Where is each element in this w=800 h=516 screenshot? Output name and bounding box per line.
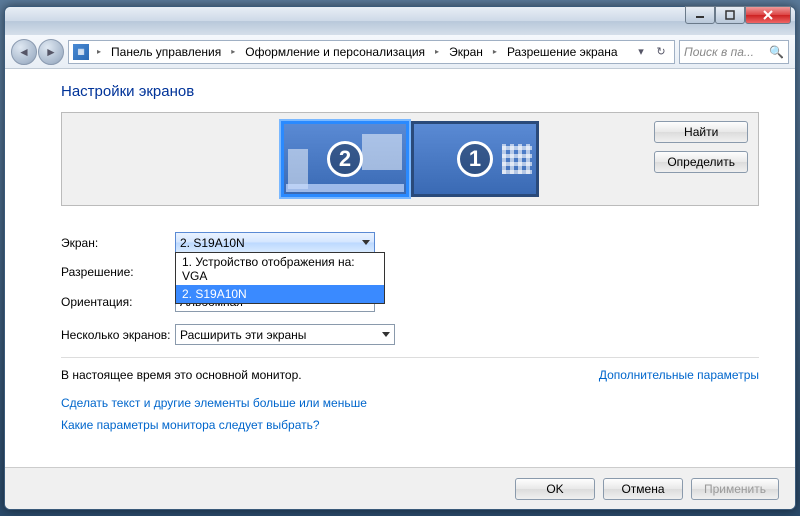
titlebar[interactable] (5, 7, 795, 35)
identify-button[interactable]: Определить (654, 151, 748, 173)
page-title: Настройки экранов (61, 83, 759, 100)
monitors: 2 1 (281, 121, 539, 197)
apply-button: Применить (691, 478, 779, 500)
multiple-screens-dropdown-display: Расширить эти экраны (175, 324, 395, 345)
dropdown-option[interactable]: 2. S19A10N (176, 285, 384, 303)
advanced-settings-link[interactable]: Дополнительные параметры (599, 368, 759, 382)
resolution-label: Разрешение: (61, 265, 175, 279)
dropdown-option[interactable]: 1. Устройство отображения на: VGA (176, 253, 384, 285)
chevron-down-icon (382, 332, 390, 337)
divider (61, 357, 759, 358)
orientation-label: Ориентация: (61, 295, 175, 309)
chevron-right-icon: ▸ (489, 47, 501, 56)
forward-button[interactable]: ► (38, 39, 64, 65)
chevron-down-icon (362, 240, 370, 245)
close-button[interactable] (745, 6, 791, 24)
monitor-2[interactable]: 2 (281, 121, 409, 197)
panel-buttons: Найти Определить (654, 121, 748, 173)
search-placeholder: Поиск в па... (684, 45, 754, 59)
search-input[interactable]: Поиск в па... 🔍 (679, 40, 789, 64)
nav-arrows: ◄ ► (11, 39, 64, 65)
orientation-row: Ориентация: Альбомная (61, 291, 759, 312)
chevron-right-icon: ▸ (431, 47, 443, 56)
search-icon: 🔍 (769, 45, 784, 59)
multiple-screens-row: Несколько экранов: Расширить эти экраны (61, 324, 759, 345)
window-buttons (685, 12, 791, 30)
screen-dropdown[interactable]: 2. S19A10N 1. Устройство отображения на:… (175, 232, 375, 253)
ok-button[interactable]: OK (515, 478, 595, 500)
maximize-button[interactable] (715, 6, 745, 24)
breadcrumb-item[interactable]: Оформление и персонализация (243, 43, 427, 61)
window: ◄ ► ▦ ▸ Панель управления ▸ Оформление и… (4, 6, 796, 510)
cancel-button[interactable]: Отмена (603, 478, 683, 500)
chevron-down-icon[interactable]: ▾ (632, 43, 650, 61)
primary-monitor-text: В настоящее время это основной монитор. (61, 368, 302, 382)
footer: OK Отмена Применить (5, 467, 795, 509)
monitor-1[interactable]: 1 (411, 121, 539, 197)
screen-dropdown-list: 1. Устройство отображения на: VGA 2. S19… (175, 252, 385, 304)
screen-dropdown-display: 2. S19A10N (175, 232, 375, 253)
status-row: В настоящее время это основной монитор. … (61, 368, 759, 382)
multiple-screens-dropdown[interactable]: Расширить эти экраны (175, 324, 395, 345)
chevron-right-icon: ▸ (227, 47, 239, 56)
address-bar[interactable]: ▦ ▸ Панель управления ▸ Оформление и пер… (68, 40, 675, 64)
monitor-help-link[interactable]: Какие параметры монитора следует выбрать… (61, 418, 320, 432)
monitor-number: 2 (327, 141, 363, 177)
minimize-button[interactable] (685, 6, 715, 24)
screen-label: Экран: (61, 236, 175, 250)
find-button[interactable]: Найти (654, 121, 748, 143)
monitor-preview-panel: 2 1 Найти Определить (61, 112, 759, 206)
monitor-number: 1 (457, 141, 493, 177)
breadcrumb-item[interactable]: Панель управления (109, 43, 223, 61)
chevron-right-icon: ▸ (93, 47, 105, 56)
text-size-link[interactable]: Сделать текст и другие элементы больше и… (61, 396, 367, 410)
refresh-icon[interactable]: ↻ (652, 43, 670, 61)
screen-row: Экран: 2. S19A10N 1. Устройство отображе… (61, 232, 759, 253)
content-area: Настройки экранов 2 1 Найти Определить (5, 69, 795, 467)
resolution-row: Разрешение: (61, 265, 759, 279)
breadcrumb-item[interactable]: Экран (447, 43, 485, 61)
breadcrumb-item[interactable]: Разрешение экрана (505, 43, 620, 61)
multiple-screens-label: Несколько экранов: (61, 328, 175, 342)
navbar: ◄ ► ▦ ▸ Панель управления ▸ Оформление и… (5, 35, 795, 69)
back-button[interactable]: ◄ (11, 39, 37, 65)
control-panel-icon: ▦ (73, 44, 89, 60)
